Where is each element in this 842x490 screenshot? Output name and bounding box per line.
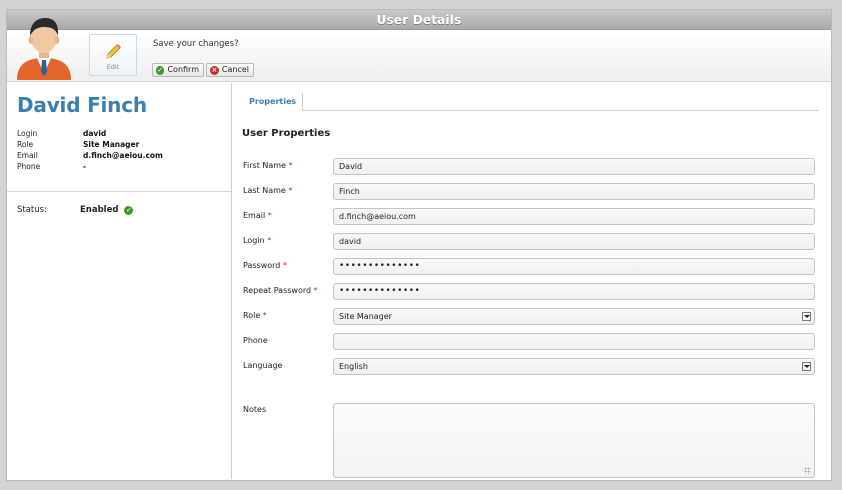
email-label: Email *	[243, 211, 272, 220]
last-name-input[interactable]: Finch	[333, 183, 815, 200]
cancel-button[interactable]: × Cancel	[206, 63, 254, 77]
password-label: Password *	[243, 261, 287, 270]
language-select[interactable]: English	[333, 358, 815, 375]
resize-grip-icon[interactable]	[804, 467, 811, 474]
password-input[interactable]: ••••••••••••••	[333, 258, 815, 275]
confirm-button[interactable]: ✓ Confirm	[152, 63, 204, 77]
user-avatar-icon	[17, 18, 71, 80]
properties-panel: Properties User Properties First Name * …	[233, 83, 831, 479]
edit-button[interactable]: Edit	[89, 34, 137, 76]
user-name-heading: David Finch	[17, 93, 147, 117]
login-input[interactable]: david	[333, 233, 815, 250]
user-details-window: User Details Edit Save your changes? ✓ C…	[6, 9, 832, 481]
role-label: Role *	[243, 311, 267, 320]
repeat-password-label: Repeat Password *	[243, 286, 318, 295]
info-row-role: Role Site Manager	[17, 140, 163, 151]
tab-properties[interactable]: Properties	[243, 93, 304, 111]
status-label: Status:	[17, 205, 47, 215]
login-label: Login *	[243, 236, 272, 245]
info-key: Phone	[17, 162, 41, 171]
notes-label: Notes	[243, 405, 267, 414]
info-row-phone: Phone -	[17, 162, 163, 173]
user-summary-panel: David Finch Login david Role Site Manage…	[7, 83, 232, 479]
edit-label: Edit	[106, 63, 120, 71]
phone-label: Phone	[243, 336, 268, 345]
language-label: Language	[243, 361, 283, 370]
email-input[interactable]: d.finch@aeiou.com	[333, 208, 815, 225]
info-value: Site Manager	[83, 140, 140, 149]
role-select[interactable]: Site Manager	[333, 308, 815, 325]
info-value: d.finch@aeiou.com	[83, 151, 163, 160]
cancel-x-icon: ×	[210, 65, 219, 75]
confirm-check-icon: ✓	[156, 65, 165, 75]
dropdown-arrow-icon[interactable]	[802, 312, 811, 321]
last-name-label: Last Name *	[243, 186, 293, 195]
section-title: User Properties	[242, 128, 331, 139]
language-select-value: English	[339, 362, 368, 371]
role-select-value: Site Manager	[339, 312, 392, 321]
info-row-login: Login david	[17, 129, 163, 140]
toolbar: Edit Save your changes? ✓ Confirm × Canc…	[7, 18, 831, 82]
info-key: Login	[17, 129, 38, 138]
first-name-label: First Name *	[243, 161, 293, 170]
status-enabled-icon: ✓	[124, 205, 134, 215]
info-value: -	[83, 162, 87, 171]
info-value: david	[83, 129, 107, 138]
dropdown-arrow-icon[interactable]	[802, 362, 811, 371]
confirm-label: Confirm	[167, 65, 199, 74]
status-value: Enabled	[80, 205, 119, 215]
phone-input[interactable]	[333, 333, 815, 350]
tab-bar: Properties	[243, 93, 819, 111]
notes-textarea[interactable]	[333, 403, 815, 478]
first-name-input[interactable]: David	[333, 158, 815, 175]
info-key: Email	[17, 151, 38, 160]
repeat-password-input[interactable]: ••••••••••••••	[333, 283, 815, 300]
cancel-label: Cancel	[221, 65, 249, 74]
divider	[7, 191, 231, 192]
info-row-email: Email d.finch@aeiou.com	[17, 151, 163, 162]
save-prompt: Save your changes?	[153, 39, 239, 49]
info-key: Role	[17, 140, 34, 149]
status-row: Status: Enabled ✓	[17, 205, 134, 215]
pencil-icon	[106, 44, 121, 59]
user-info-list: Login david Role Site Manager Email d.fi…	[17, 129, 163, 173]
window-title: User Details	[7, 10, 831, 30]
